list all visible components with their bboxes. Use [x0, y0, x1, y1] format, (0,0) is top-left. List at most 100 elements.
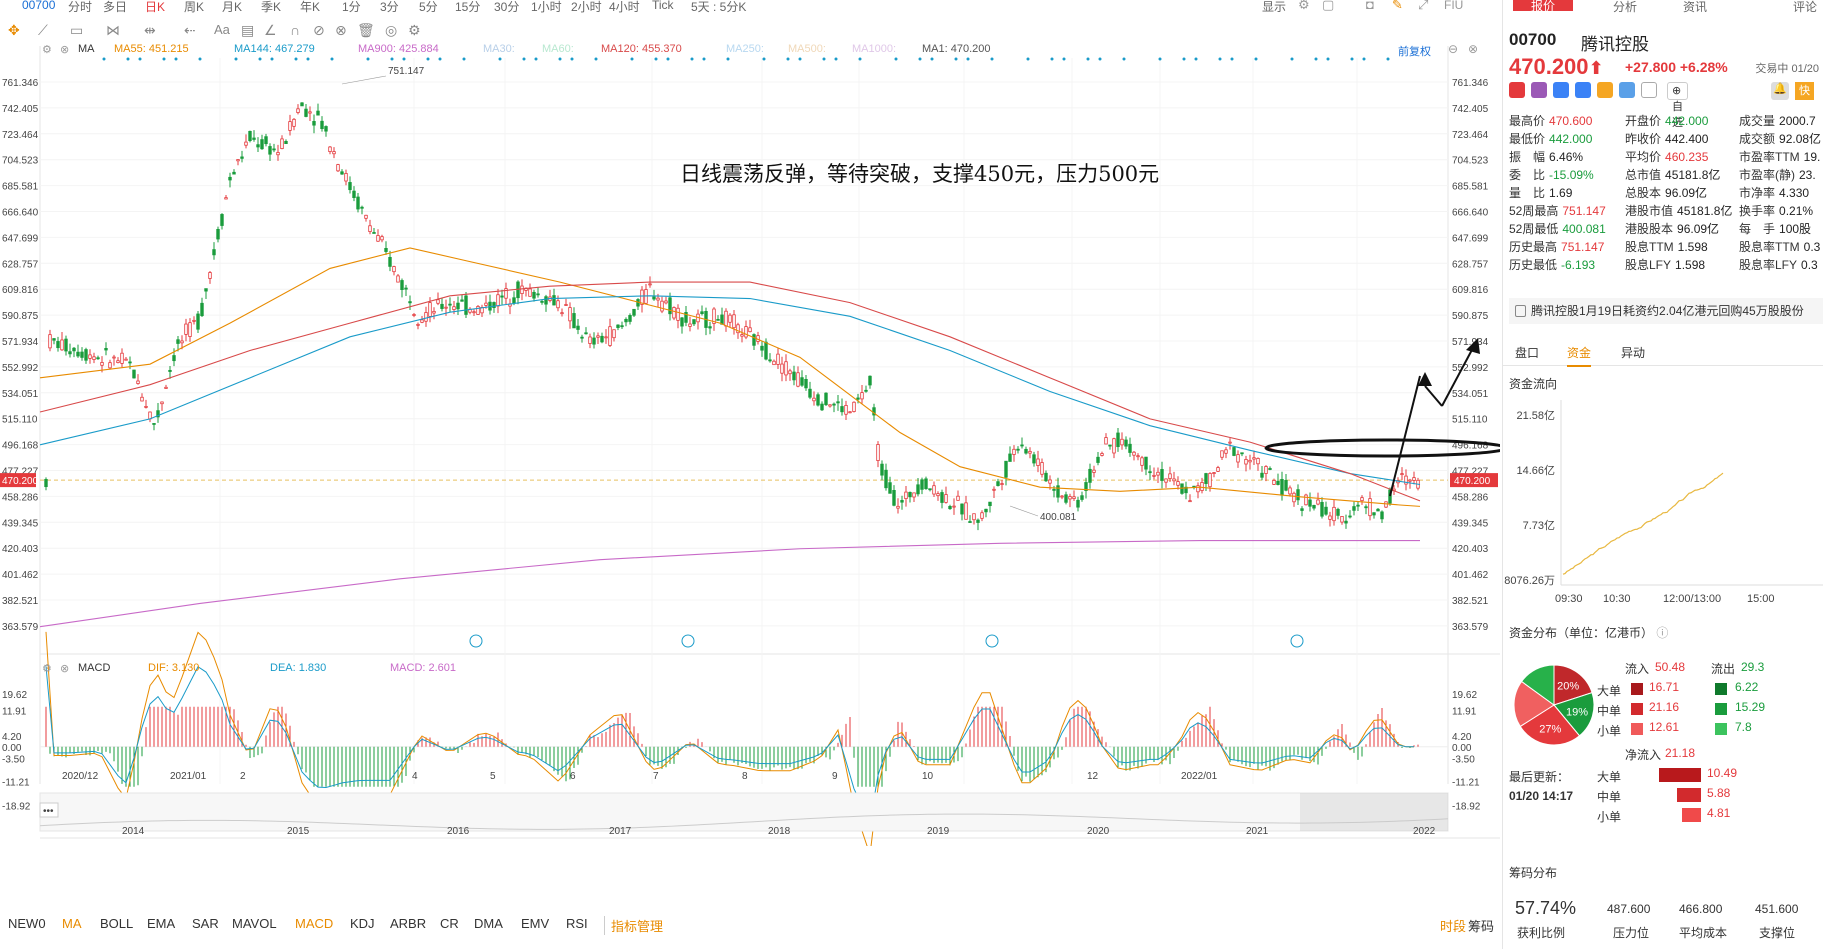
settings-icon[interactable]: ⚙: [1298, 0, 1310, 13]
layout-icon[interactable]: ▢: [1322, 0, 1334, 13]
candle-body: [1036, 458, 1040, 466]
tab-session[interactable]: 时段: [1440, 916, 1466, 935]
period-4h[interactable]: 4小时: [609, 0, 640, 14]
period-quarterly[interactable]: 季K: [261, 0, 281, 14]
period-5min[interactable]: 5分: [419, 0, 438, 14]
macd-name[interactable]: MACD: [78, 662, 110, 674]
chart-close-icon[interactable]: ⊗: [1468, 42, 1478, 56]
tab-alerts[interactable]: 异动: [1621, 344, 1645, 361]
text-tool-icon[interactable]: Aa: [214, 22, 230, 37]
tab-arbr[interactable]: ARBR: [390, 916, 426, 931]
draw-settings-icon[interactable]: ⚙: [408, 22, 421, 39]
eye-icon[interactable]: ◎: [385, 22, 397, 39]
kline-chart[interactable]: 761.346 761.346 742.405 742.405 723.464 723.4…: [0, 42, 1500, 846]
quote-cell: 每 手 100股: [1739, 220, 1811, 237]
period-5day[interactable]: 5天 : 5分K: [691, 0, 746, 14]
candle-body: [676, 307, 680, 321]
quote-label: 成交量: [1739, 114, 1776, 128]
tab-quote[interactable]: 报价: [1513, 0, 1574, 13]
tab-emv[interactable]: EMV: [521, 916, 549, 931]
period-1min[interactable]: 1分: [342, 0, 361, 14]
period-weekly[interactable]: 周K: [184, 0, 204, 14]
hide-icon[interactable]: ⊗: [335, 22, 347, 39]
pen-icon[interactable]: ✎: [1392, 0, 1403, 13]
candle-body: [160, 401, 164, 405]
tab-news[interactable]: 资讯: [1683, 0, 1707, 15]
tab-new0[interactable]: NEW0: [8, 916, 46, 931]
period-3min[interactable]: 3分: [380, 0, 399, 14]
candle-body: [888, 482, 892, 494]
tag-blue-icon[interactable]: [1553, 82, 1569, 98]
tab-indicator-manager[interactable]: 指标管理: [604, 916, 663, 935]
trash-icon[interactable]: 🗑: [357, 22, 375, 39]
tab-cr[interactable]: CR: [440, 916, 459, 931]
chart-minus-icon[interactable]: ⊖: [1448, 42, 1458, 56]
candle-body: [1380, 511, 1384, 520]
crosshair-icon[interactable]: ✥: [8, 22, 20, 39]
tab-ma[interactable]: MA: [62, 916, 82, 931]
tab-macd[interactable]: MACD: [295, 916, 333, 931]
period-intraday[interactable]: 分时: [68, 0, 92, 14]
period-daily[interactable]: 日K: [145, 0, 165, 14]
tab-funds[interactable]: 资金: [1567, 344, 1592, 367]
magnet-icon[interactable]: ∩: [290, 22, 300, 38]
tag-orange-icon[interactable]: [1597, 82, 1613, 98]
add-favorite-button[interactable]: ⊕ 自选: [1667, 82, 1688, 129]
tab-mavol[interactable]: MAVOL: [232, 916, 277, 931]
tab-ema[interactable]: EMA: [147, 916, 175, 931]
event-dot: [1290, 57, 1294, 61]
display-menu[interactable]: 显示: [1262, 0, 1286, 15]
candle-body: [660, 300, 664, 312]
news-banner[interactable]: 腾讯控股1月19日耗资约2.04亿港元回购45万股股份: [1509, 298, 1823, 324]
macd-close-icon[interactable]: ⊗: [60, 662, 69, 675]
lock-icon[interactable]: ⊘: [313, 22, 325, 39]
bell-icon[interactable]: 🔔: [1771, 82, 1789, 100]
fullscreen-icon[interactable]: ⤢: [1418, 0, 1428, 13]
camera-icon[interactable]: ◘: [1366, 0, 1374, 12]
period-15min[interactable]: 15分: [455, 0, 480, 14]
quick-trade-button[interactable]: 快捷: [1795, 82, 1814, 115]
price-tick-left: 761.346: [2, 78, 39, 89]
legend-indicator-name[interactable]: MA: [78, 43, 95, 55]
tab-kdj[interactable]: KDJ: [350, 916, 375, 931]
period-yearly[interactable]: 年K: [300, 0, 320, 14]
stock-code-tab[interactable]: 00700: [22, 0, 55, 12]
chart-annotation[interactable]: 日线震荡反弹，等待突破，支撑450元，压力500元: [680, 158, 1159, 188]
arrow-tool-icon[interactable]: ⇠: [184, 22, 196, 39]
tag-purple-icon[interactable]: [1531, 82, 1547, 98]
period-30min[interactable]: 30分: [494, 0, 519, 14]
candle-body: [152, 423, 156, 425]
tab-analysis[interactable]: 分析: [1613, 0, 1637, 15]
tab-chips[interactable]: 筹码: [1468, 916, 1494, 935]
tag-s-icon[interactable]: [1575, 82, 1591, 98]
fib-tool-icon[interactable]: ⋈: [106, 22, 120, 39]
candle-body: [408, 301, 412, 304]
tab-dma[interactable]: DMA: [474, 916, 503, 931]
hk-flag-icon[interactable]: [1509, 82, 1525, 98]
macd-settings-icon[interactable]: ⚙: [42, 662, 52, 675]
period-monthly[interactable]: 月K: [222, 0, 242, 14]
legend-close-icon[interactable]: ⊗: [60, 43, 69, 56]
adjust-mode-button[interactable]: 前复权: [1398, 43, 1431, 59]
tab-rsi[interactable]: RSI: [566, 916, 588, 931]
line-tool-icon[interactable]: ⟋: [38, 22, 48, 39]
quote-cell: 市盈率(静) 23.: [1739, 166, 1816, 183]
tab-orderbook[interactable]: 盘口: [1515, 344, 1539, 361]
rect-tool-icon[interactable]: ▭: [70, 22, 83, 39]
ruler-tool-icon[interactable]: ∠: [264, 22, 277, 39]
period-1h[interactable]: 1小时: [531, 0, 562, 14]
period-2h[interactable]: 2小时: [571, 0, 602, 14]
fiu-button[interactable]: FIU: [1444, 0, 1463, 12]
period-tick[interactable]: Tick: [652, 0, 674, 12]
tab-sar[interactable]: SAR: [192, 916, 219, 931]
candle-body: [580, 336, 584, 339]
legend-settings-icon[interactable]: ⚙: [42, 43, 52, 56]
tab-comment[interactable]: 评论: [1793, 0, 1817, 15]
tab-boll[interactable]: BOLL: [100, 916, 133, 931]
tag-note-icon[interactable]: [1641, 82, 1657, 98]
channel-tool-icon[interactable]: ⇹: [144, 22, 156, 39]
comment-tool-icon[interactable]: ▤: [241, 22, 254, 39]
help-icon[interactable]: ⓘ: [1656, 626, 1668, 640]
period-multiday[interactable]: 多日: [103, 0, 127, 14]
tag-link-icon[interactable]: [1619, 82, 1635, 98]
